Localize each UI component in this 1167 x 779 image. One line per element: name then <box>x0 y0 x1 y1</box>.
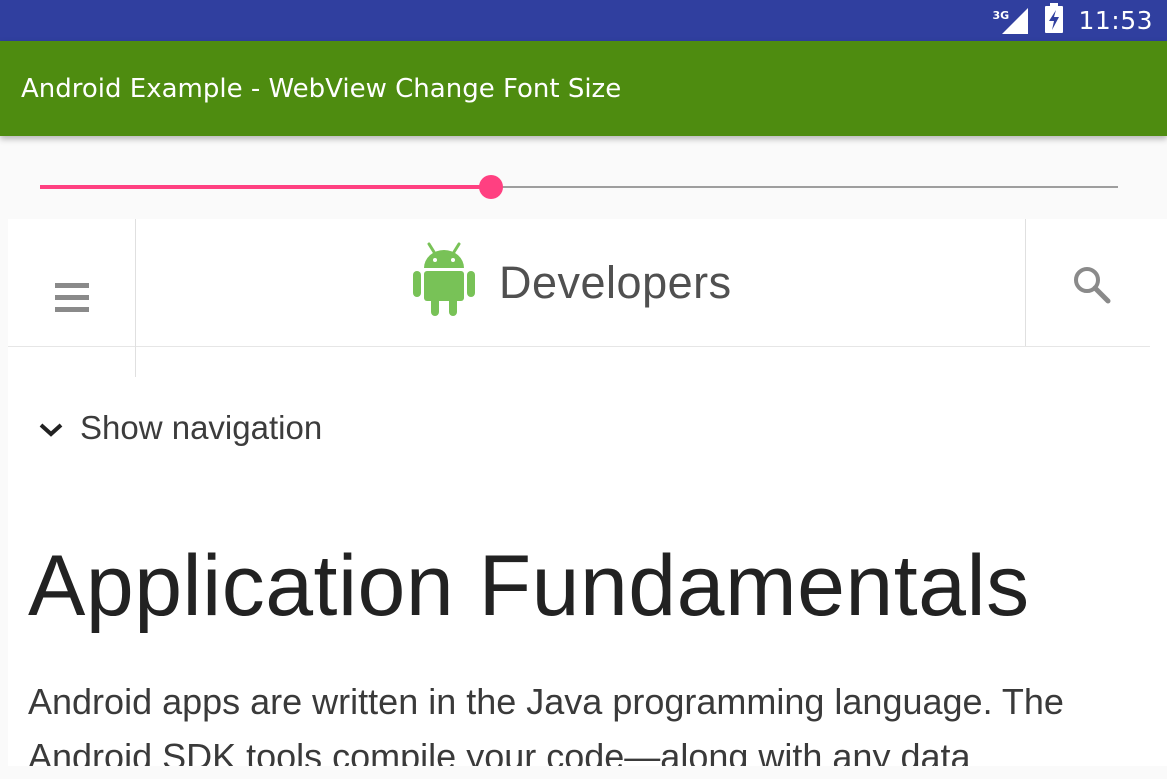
search-button[interactable] <box>1025 219 1151 346</box>
webview[interactable]: Developers Show navigation Application F… <box>8 219 1167 779</box>
seekbar-progress <box>40 185 491 189</box>
font-size-seekbar[interactable] <box>40 172 1118 202</box>
android-robot-icon <box>413 242 475 321</box>
status-icons: 3G 11:53 <box>992 0 1153 41</box>
status-clock: 11:53 <box>1078 6 1153 35</box>
app-screen: 3G 11:53 Android Example - WebView Chang… <box>0 0 1167 779</box>
show-navigation-toggle[interactable]: Show navigation <box>38 409 322 447</box>
chevron-down-icon <box>38 409 64 447</box>
site-logo[interactable]: Developers <box>413 241 732 321</box>
show-navigation-label: Show navigation <box>80 409 323 446</box>
page-heading: Application Fundamentals <box>28 538 1030 634</box>
cell-signal-icon: 3G <box>992 6 1030 36</box>
battery-charging-icon <box>1044 3 1064 38</box>
menu-button[interactable] <box>8 219 136 377</box>
action-bar-title: Android Example - WebView Change Font Si… <box>21 74 622 104</box>
search-icon[interactable] <box>1072 265 1112 305</box>
brand-text: Developers <box>499 257 732 308</box>
status-bar: 3G 11:53 <box>0 0 1167 41</box>
action-bar: Android Example - WebView Change Font Si… <box>0 41 1167 136</box>
page-body-text: Android apps are written in the Java pro… <box>28 681 1064 777</box>
seekbar-thumb[interactable] <box>478 175 503 199</box>
site-header: Developers <box>8 219 1151 377</box>
bottom-edge <box>0 766 1167 779</box>
hamburger-menu-icon[interactable] <box>55 283 89 315</box>
